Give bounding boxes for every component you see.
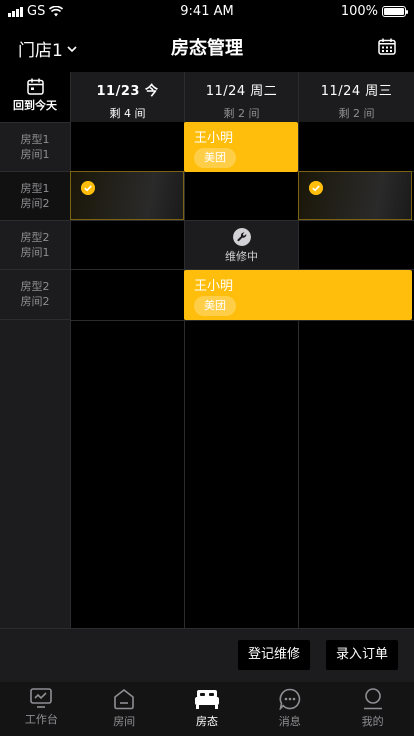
maintenance-label: 维修中 (225, 250, 258, 263)
channel-badge: 美团 (194, 296, 236, 316)
tab-room-status[interactable]: 房态 (166, 682, 249, 736)
day-remaining: 剩 4 间 (109, 107, 146, 120)
tab-profile[interactable]: 我的 (331, 682, 414, 736)
tab-rooms[interactable]: 房间 (83, 682, 166, 736)
tab-label: 我的 (361, 715, 384, 728)
guest-name: 王小明 (194, 279, 234, 294)
room-name: 房间2 (20, 197, 50, 210)
tab-label: 房态 (195, 715, 218, 728)
calendar-icon (26, 78, 44, 95)
wrench-icon (232, 228, 251, 246)
tab-label: 房间 (113, 715, 136, 728)
booking-block[interactable]: 王小明 美团 (184, 122, 298, 172)
day-date: 11/24 周二 (205, 84, 278, 99)
check-icon (309, 181, 323, 195)
enter-order-button[interactable]: 录入订单 (326, 640, 399, 670)
message-icon (279, 688, 301, 710)
day-remaining: 剩 2 间 (223, 107, 260, 120)
room-type: 房型1 (20, 182, 50, 195)
room-row-label[interactable]: 房型1 房间2 (0, 171, 70, 220)
day-remaining: 剩 2 间 (338, 107, 375, 120)
room-icon (114, 688, 134, 710)
tab-label: 工作台 (24, 713, 58, 726)
day-date: 11/24 周三 (320, 84, 393, 99)
row-divider (70, 320, 414, 321)
status-bar: GS 9:41 AM 100% (0, 0, 414, 24)
day-date: 11/23 今 (96, 84, 159, 99)
nav-bar: 门店1 房态管理 (0, 24, 414, 70)
day-header-today[interactable]: 11/23 今 剩 4 间 (70, 72, 184, 122)
day-column (184, 122, 298, 628)
room-type: 房型2 (20, 231, 50, 244)
calendar-icon[interactable] (378, 38, 396, 55)
battery-label: 100% (340, 4, 378, 19)
room-row-label[interactable]: 房型1 房间1 (0, 122, 70, 171)
room-name: 房间2 (20, 295, 50, 308)
page-title: 房态管理 (171, 38, 243, 59)
check-icon (81, 181, 95, 195)
monitor-icon (30, 688, 53, 708)
room-schedule: 回到今天 11/23 今 剩 4 间 11/24 周二 剩 2 间 11/24 … (0, 72, 414, 628)
room-name: 房间1 (20, 148, 50, 161)
room-name: 房间1 (20, 246, 50, 259)
day-header[interactable]: 11/24 周二 剩 2 间 (184, 72, 298, 122)
battery-icon (382, 6, 408, 17)
bed-icon (194, 690, 219, 709)
guest-name: 王小明 (194, 131, 234, 146)
tab-label: 消息 (278, 715, 301, 728)
back-to-today-button[interactable]: 回到今天 (0, 72, 70, 122)
back-to-today-label: 回到今天 (13, 99, 57, 112)
selected-cell[interactable] (70, 171, 184, 220)
tab-workbench[interactable]: 工作台 (0, 682, 83, 736)
register-maintenance-button[interactable]: 登记维修 (238, 640, 311, 670)
booking-block[interactable]: 王小明 美团 (184, 270, 412, 320)
tab-messages[interactable]: 消息 (248, 682, 331, 736)
room-row-label[interactable]: 房型2 房间1 (0, 220, 70, 269)
tab-bar: 工作台 房间 房态 消息 我的 (0, 682, 414, 736)
selected-cell[interactable] (298, 171, 412, 220)
day-header[interactable]: 11/24 周三 剩 2 间 (298, 72, 414, 122)
room-row-label[interactable]: 房型2 房间2 (0, 269, 70, 320)
room-type: 房型1 (20, 133, 50, 146)
maintenance-cell[interactable]: 维修中 (185, 221, 298, 269)
channel-badge: 美团 (194, 148, 236, 168)
profile-icon (363, 688, 382, 710)
action-bar: 登记维修 录入订单 (0, 628, 414, 682)
room-type: 房型2 (20, 280, 50, 293)
